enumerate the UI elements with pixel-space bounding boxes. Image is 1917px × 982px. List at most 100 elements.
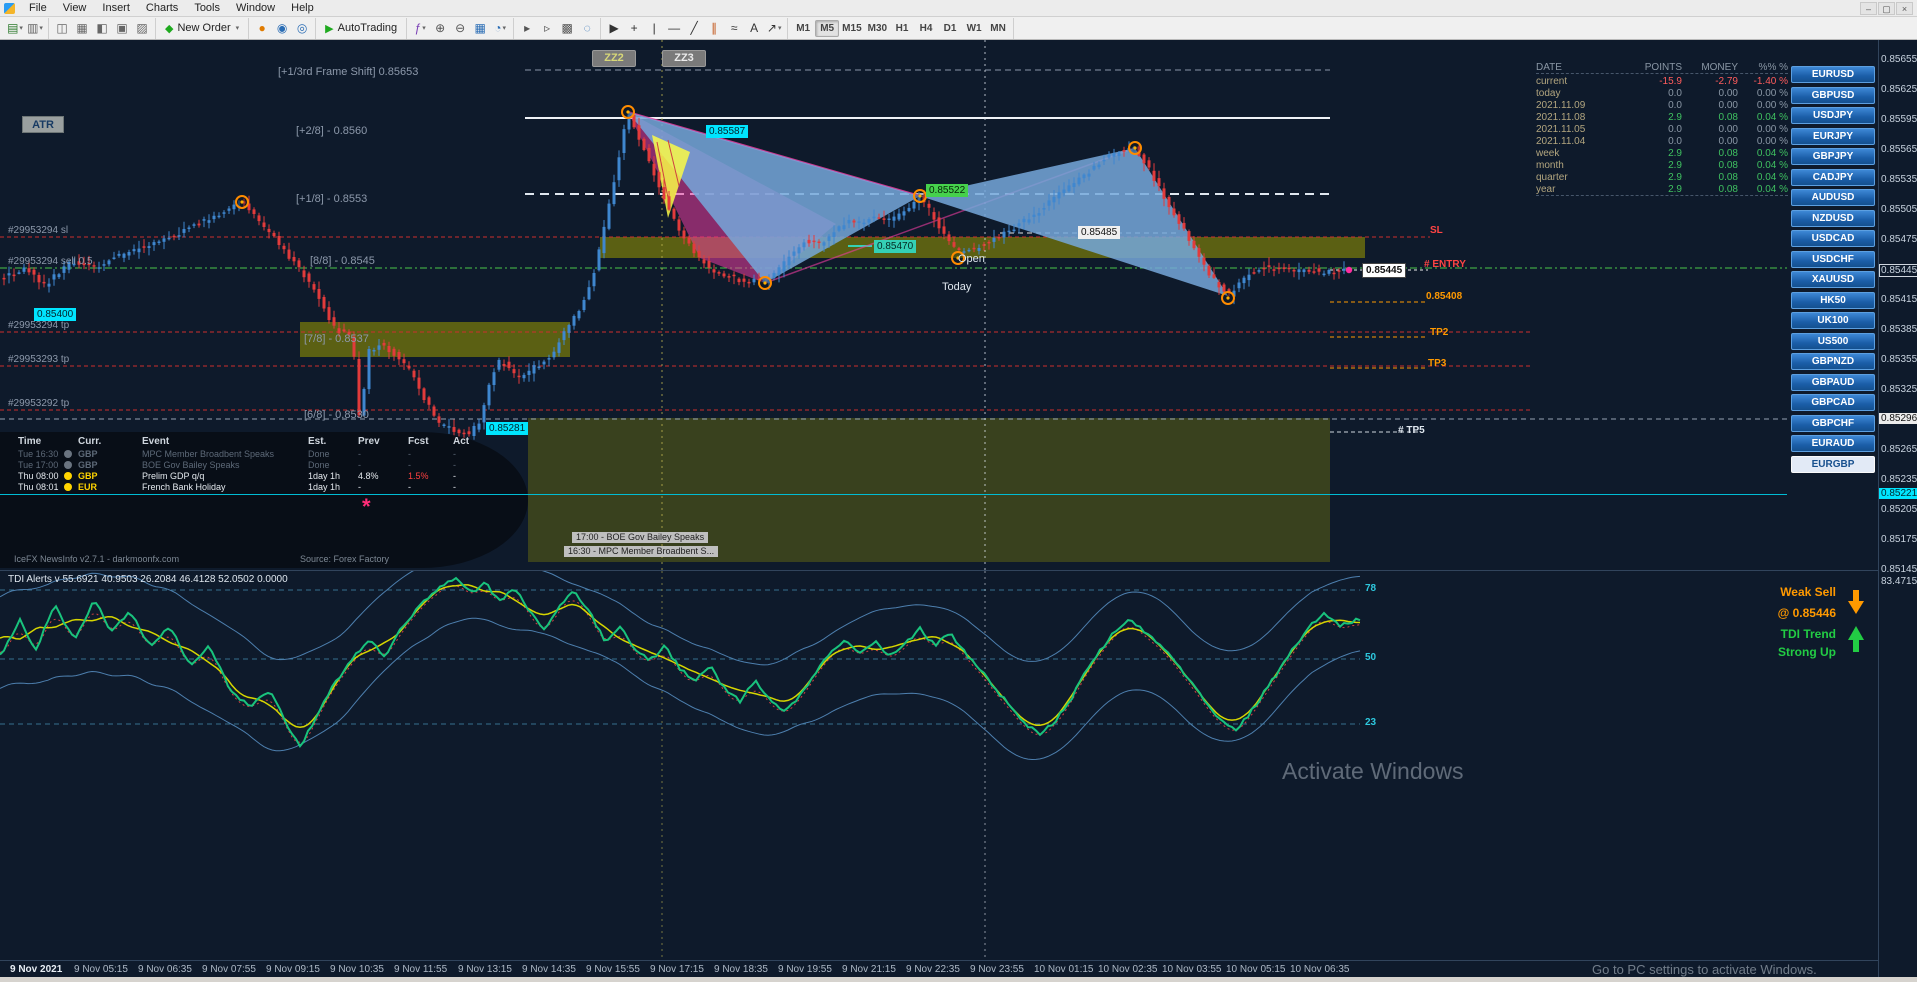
zigzag-button-zz3[interactable]: ZZ3 xyxy=(662,50,706,67)
chart-news-marker: 16:30 - MPC Member Broadbent S... xyxy=(564,546,718,557)
news-info-button[interactable]: ◎ xyxy=(292,19,312,38)
navigator-button[interactable]: ◧ xyxy=(92,19,112,38)
minimize-button[interactable]: – xyxy=(1860,2,1877,15)
timeframe-m30[interactable]: M30 xyxy=(865,20,890,37)
chart-news-marker: 17:00 - BOE Gov Bailey Speaks xyxy=(572,532,708,543)
order-line-label: #29953292 tp xyxy=(8,398,69,409)
level-7-8-label: [7/8] - 0.8537 xyxy=(304,333,369,345)
menu-window[interactable]: Window xyxy=(228,1,283,15)
symbol-nzdusd[interactable]: NZDUSD xyxy=(1791,210,1875,227)
symbol-gbpusd[interactable]: GBPUSD xyxy=(1791,87,1875,104)
new-chart-button[interactable]: ▤▾ xyxy=(5,19,25,38)
entry-label: # ENTRY xyxy=(1424,259,1466,270)
timeframe-m5[interactable]: M5 xyxy=(815,20,839,37)
strategy-tester-button[interactable]: ▨ xyxy=(132,19,152,38)
crosshair-button[interactable]: + xyxy=(624,19,644,38)
data-window-button[interactable]: ▦ xyxy=(72,19,92,38)
symbol-gbpaud[interactable]: GBPAUD xyxy=(1791,374,1875,391)
mid-label: 0.85470 xyxy=(874,240,916,253)
symbol-audusd[interactable]: AUDUSD xyxy=(1791,189,1875,206)
timeframe-h1[interactable]: H1 xyxy=(890,20,914,37)
symbol-hk50[interactable]: HK50 xyxy=(1791,292,1875,309)
new-order-button[interactable]: ◆New Order▾ xyxy=(159,19,245,38)
chart-shift-button[interactable]: ▹ xyxy=(537,19,557,38)
menu-charts[interactable]: Charts xyxy=(138,1,186,15)
symbol-uk100[interactable]: UK100 xyxy=(1791,312,1875,329)
tile-windows-button[interactable]: ▦ xyxy=(470,19,490,38)
symbol-eurgbp[interactable]: EURGBP xyxy=(1791,456,1875,473)
symbol-button-list: EURUSD GBPUSD USDJPY EURJPY GBPJPY CADJPY AUDU… xyxy=(1791,40,1875,570)
trendline-button[interactable]: ╱ xyxy=(684,19,704,38)
plus-2-8-label: [+2/8] - 0.8560 xyxy=(296,125,367,137)
channel-button[interactable]: ∥ xyxy=(704,19,724,38)
zoom-in-button[interactable]: ⊕ xyxy=(430,19,450,38)
symbol-gbpcad[interactable]: GBPCAD xyxy=(1791,394,1875,411)
timeframe-h4[interactable]: H4 xyxy=(914,20,938,37)
terminal-button[interactable]: ▣ xyxy=(112,19,132,38)
styler-button[interactable]: ● xyxy=(252,19,272,38)
peak-label: 0.85587 xyxy=(706,125,748,138)
market-watch-button[interactable]: ◫ xyxy=(52,19,72,38)
autotrading-button[interactable]: ▶AutoTrading xyxy=(319,19,403,38)
symbol-usdjpy[interactable]: USDJPY xyxy=(1791,107,1875,124)
menu-view[interactable]: View xyxy=(55,1,95,15)
tdi-trend-label: TDI Trend xyxy=(1730,627,1836,641)
symbol-euraud[interactable]: EURAUD xyxy=(1791,435,1875,452)
arrows-button[interactable]: ↗▾ xyxy=(764,19,784,38)
menu-bar: FileViewInsertChartsToolsWindowHelp –▢× xyxy=(0,0,1917,17)
cursor-button[interactable]: ▶ xyxy=(604,19,624,38)
tdi-trend-value: Strong Up xyxy=(1730,645,1836,659)
horizontal-line-button[interactable]: — xyxy=(664,19,684,38)
timeframe-mn[interactable]: MN xyxy=(986,20,1010,37)
timeframe-w1[interactable]: W1 xyxy=(962,20,986,37)
chart-annotations: ZZ2 ZZ3 ATR 0.855870.855220.854700.85485… xyxy=(0,40,1917,982)
symbol-eurusd[interactable]: EURUSD xyxy=(1791,66,1875,83)
grid-button[interactable]: ▩ xyxy=(557,19,577,38)
fibonacci-button[interactable]: ≈ xyxy=(724,19,744,38)
cycle-lines-button[interactable]: ◌ xyxy=(577,19,597,38)
menu-tools[interactable]: Tools xyxy=(186,1,228,15)
text-button[interactable]: A xyxy=(744,19,764,38)
symbol-usdchf[interactable]: USDCHF xyxy=(1791,251,1875,268)
timeframe-m1[interactable]: M1 xyxy=(791,20,815,37)
order-line-label: #29953294 sell 0.5 xyxy=(8,256,93,267)
bottom-strip xyxy=(0,977,1917,982)
symbol-gbpnzd[interactable]: GBPNZD xyxy=(1791,353,1875,370)
symbol-us500[interactable]: US500 xyxy=(1791,333,1875,350)
symbol-cadjpy[interactable]: CADJPY xyxy=(1791,169,1875,186)
menu-insert[interactable]: Insert xyxy=(94,1,138,15)
autotrading-icon: ▶ xyxy=(325,22,333,35)
restore-button[interactable]: ▢ xyxy=(1878,2,1895,15)
symbol-gbpjpy[interactable]: GBPJPY xyxy=(1791,148,1875,165)
indicators-button[interactable]: ƒ▾ xyxy=(410,19,430,38)
sell-arrow-icon xyxy=(1848,590,1864,616)
app-logo-icon xyxy=(4,3,15,14)
zigzag-button-zz2[interactable]: ZZ2 xyxy=(592,50,636,67)
profiles-button[interactable]: ▥▾ xyxy=(25,19,45,38)
open-label-label: Open xyxy=(958,253,985,265)
symbol-usdcad[interactable]: USDCAD xyxy=(1791,230,1875,247)
timeframe-d1[interactable]: D1 xyxy=(938,20,962,37)
timeframe-m15[interactable]: M15 xyxy=(839,20,864,37)
today-label-label: Today xyxy=(942,281,971,293)
vertical-line-button[interactable]: | xyxy=(644,19,664,38)
symbol-eurjpy[interactable]: EURJPY xyxy=(1791,128,1875,145)
order-line-label: #29953294 tp xyxy=(8,320,69,331)
mt4-window: FileViewInsertChartsToolsWindowHelp –▢× … xyxy=(0,0,1917,982)
order-line-label: #29953294 sl xyxy=(8,225,68,236)
close-button[interactable]: × xyxy=(1896,2,1913,15)
zoom-out-button[interactable]: ⊖ xyxy=(450,19,470,38)
low-label: 0.85281 xyxy=(486,422,528,435)
atr-button[interactable]: ATR xyxy=(22,116,64,133)
menu-help[interactable]: Help xyxy=(283,1,322,15)
tdi-level-label: 78 xyxy=(1365,583,1376,594)
support-line xyxy=(0,494,1787,495)
symbol-gbpchf[interactable]: GBPCHF xyxy=(1791,415,1875,432)
metaeditor-button[interactable]: ◉ xyxy=(272,19,292,38)
symbol-xauusd[interactable]: XAUUSD xyxy=(1791,271,1875,288)
tp1-price-label: 0.85408 xyxy=(1426,291,1462,302)
autoscroll-button[interactable]: ▸ xyxy=(517,19,537,38)
period-button[interactable]: ◔▾ xyxy=(490,19,510,38)
minor-label: 0.85485 xyxy=(1078,226,1120,239)
menu-file[interactable]: File xyxy=(21,1,55,15)
